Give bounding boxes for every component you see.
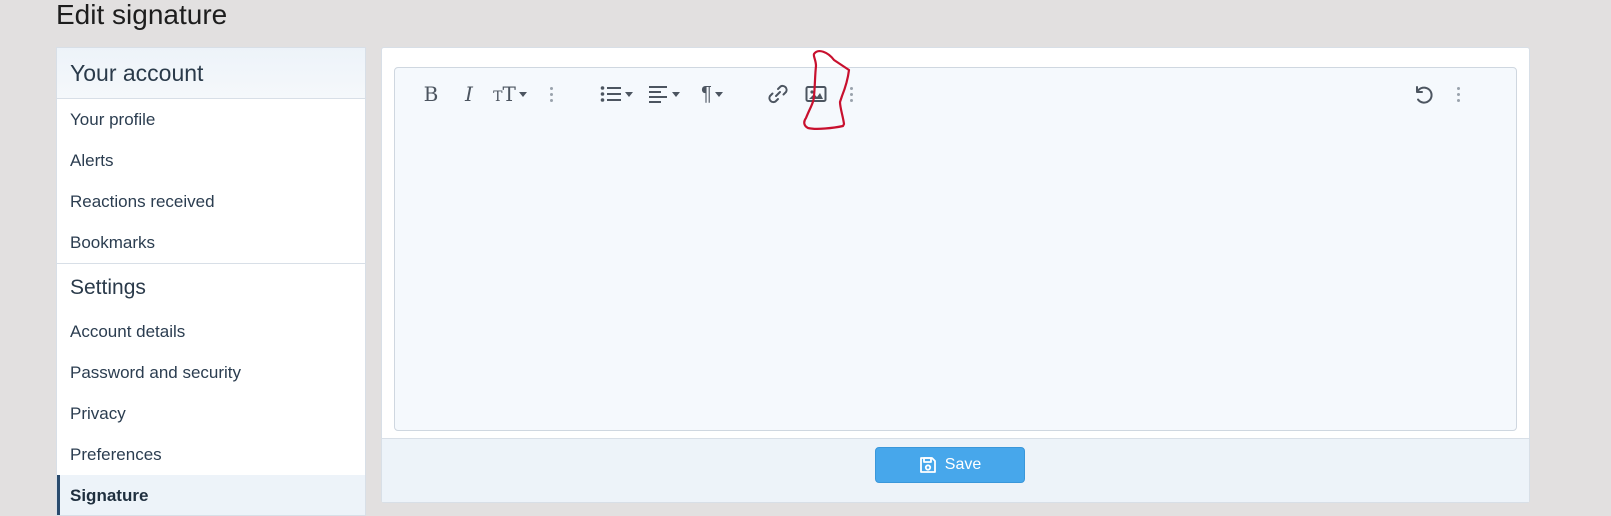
paragraph-icon: ¶ <box>701 82 712 105</box>
chevron-down-icon <box>624 91 633 97</box>
chevron-down-icon <box>671 91 680 97</box>
align-icon <box>648 86 667 103</box>
align-button[interactable] <box>646 80 682 108</box>
link-icon <box>768 84 788 104</box>
chevron-down-icon <box>518 91 527 97</box>
save-icon <box>919 457 936 473</box>
signature-text-area[interactable] <box>395 122 1516 430</box>
sidebar-item-account-details[interactable]: Account details <box>57 311 365 352</box>
signature-editor: B I TT ¶ <box>394 67 1517 431</box>
chevron-down-icon <box>714 91 723 97</box>
settings-heading: Settings <box>57 263 365 311</box>
bold-button[interactable]: B <box>419 80 443 108</box>
sidebar-header: Your account <box>57 48 365 99</box>
more-toolbar-button[interactable] <box>1452 80 1464 108</box>
signature-panel: B I TT ¶ Save <box>381 47 1530 503</box>
insert-image-button[interactable] <box>803 80 829 108</box>
undo-button[interactable] <box>1410 80 1436 108</box>
more-options-icon <box>549 86 553 102</box>
paragraph-button[interactable]: ¶ <box>694 80 730 108</box>
text-size-icon: TT <box>493 82 516 106</box>
sidebar-item-privacy[interactable]: Privacy <box>57 393 365 434</box>
form-footer: Save <box>382 438 1529 502</box>
sidebar-item-signature[interactable]: Signature <box>57 475 365 515</box>
sidebar-item-password-and-security[interactable]: Password and security <box>57 352 365 393</box>
sidebar-item-bookmarks[interactable]: Bookmarks <box>57 222 365 263</box>
more-insert-button[interactable] <box>845 80 857 108</box>
more-formatting-button[interactable] <box>545 80 557 108</box>
text-size-button[interactable]: TT <box>490 80 530 108</box>
undo-icon <box>1416 86 1433 104</box>
image-icon <box>805 86 827 102</box>
page-title: Edit signature <box>56 0 228 30</box>
sidebar-item-your-profile[interactable]: Your profile <box>57 99 365 140</box>
more-options-icon <box>849 86 853 102</box>
save-button[interactable]: Save <box>875 447 1025 483</box>
editor-toolbar: B I TT ¶ <box>395 68 1516 122</box>
link-button[interactable] <box>765 80 791 108</box>
more-options-icon <box>1456 86 1460 102</box>
italic-button[interactable]: I <box>457 80 481 108</box>
sidebar-item-reactions-received[interactable]: Reactions received <box>57 181 365 222</box>
italic-icon: I <box>465 82 473 106</box>
save-label: Save <box>944 456 982 473</box>
sidebar-item-preferences[interactable]: Preferences <box>57 434 365 475</box>
bold-icon: B <box>423 82 439 106</box>
list-button[interactable] <box>598 80 634 108</box>
list-icon <box>600 86 621 102</box>
account-sidebar: Your account Your profile Alerts Reactio… <box>56 47 366 516</box>
sidebar-item-alerts[interactable]: Alerts <box>57 140 365 181</box>
